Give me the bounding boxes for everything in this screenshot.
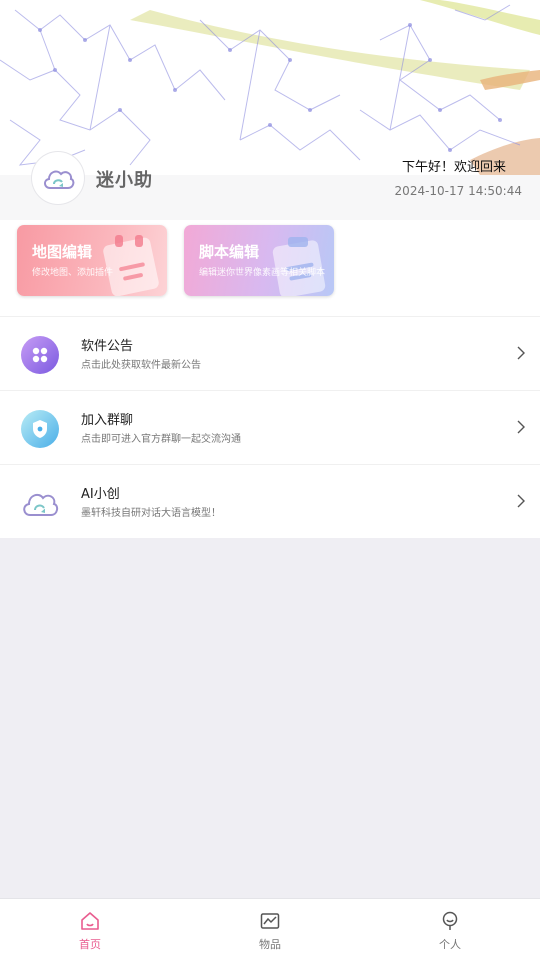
list-item-desc: 墨轩科技自研对话大语言模型！ xyxy=(81,508,221,519)
tab-items[interactable]: 物品 xyxy=(180,899,360,961)
menu-list: 软件公告 点击此处获取软件最新公告 加入群聊 点击即可进入官方群聊一起交流沟通 xyxy=(0,316,540,538)
current-datetime: 2024-10-17 14:50:44 xyxy=(394,184,522,198)
tab-home[interactable]: 首页 xyxy=(0,899,180,961)
script-edit-card[interactable]: 脚本编辑 编辑迷你世界像素画等相关脚本 xyxy=(184,225,334,296)
list-item-desc: 点击此处获取软件最新公告 xyxy=(81,360,201,371)
tab-label: 个人 xyxy=(439,938,461,951)
list-item-ai[interactable]: AI小创 墨轩科技自研对话大语言模型！ xyxy=(0,464,540,538)
app-avatar[interactable] xyxy=(32,152,84,204)
cloud-logo-icon xyxy=(23,493,59,516)
list-item-title: 软件公告 xyxy=(81,339,134,354)
bottom-tab-bar: 首页 物品 个人 xyxy=(0,898,540,961)
chevron-right-icon xyxy=(517,346,525,360)
card-title: 地图编辑 xyxy=(32,243,93,261)
cloud-logo-icon xyxy=(44,170,75,189)
clipboard-illustration-icon xyxy=(272,237,326,296)
shield-icon xyxy=(21,410,59,448)
list-item-desc: 点击即可进入官方群聊一起交流沟通 xyxy=(81,434,241,445)
list-item-title: 加入群聊 xyxy=(81,413,134,428)
card-subtitle: 编辑迷你世界像素画等相关脚本 xyxy=(199,268,326,278)
app-name: 迷小助 xyxy=(96,170,153,191)
tab-profile[interactable]: 个人 xyxy=(360,899,540,961)
notepad-illustration-icon xyxy=(103,235,159,296)
list-item-title: AI小创 xyxy=(81,487,120,502)
announcement-icon xyxy=(21,336,59,374)
tab-label: 首页 xyxy=(79,938,101,951)
card-subtitle: 修改地图、添加插件 xyxy=(32,268,114,278)
network-background-art xyxy=(0,0,540,175)
map-edit-card[interactable]: 地图编辑 修改地图、添加插件 xyxy=(17,225,167,296)
chevron-right-icon xyxy=(517,420,525,434)
card-title: 脚本编辑 xyxy=(199,243,260,261)
feature-cards: 地图编辑 修改地图、添加插件 脚本编辑 编辑迷你世界像素画等相关脚本 xyxy=(0,220,540,316)
greeting-text: 下午好！欢迎回来 xyxy=(401,160,506,175)
header: 迷小助 下午好！欢迎回来 2024-10-17 14:50:44 xyxy=(0,0,540,220)
tab-label: 物品 xyxy=(259,938,281,951)
chevron-right-icon xyxy=(517,494,525,508)
list-item-join-group[interactable]: 加入群聊 点击即可进入官方群聊一起交流沟通 xyxy=(0,390,540,464)
list-item-announcement[interactable]: 软件公告 点击此处获取软件最新公告 xyxy=(0,316,540,390)
home-icon xyxy=(81,912,99,930)
chart-icon xyxy=(260,913,280,929)
person-icon xyxy=(442,911,458,930)
